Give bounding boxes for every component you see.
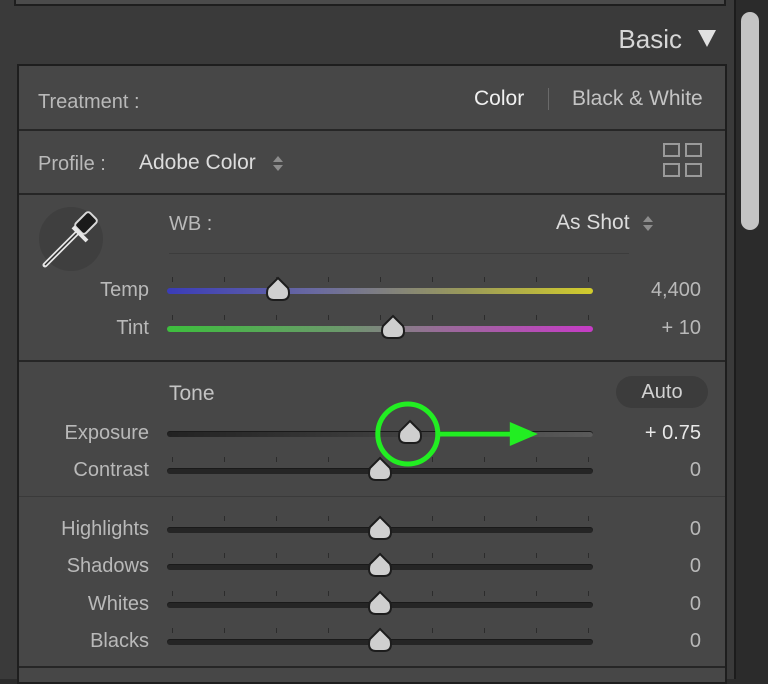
slider-value[interactable]: 0 — [690, 630, 701, 653]
slider-tick — [484, 277, 485, 282]
slider-value[interactable]: 0 — [690, 593, 701, 616]
slider-label: Tint — [116, 317, 149, 339]
divider — [19, 666, 725, 668]
slider-tick — [276, 628, 277, 633]
slider-tick — [328, 591, 329, 596]
treatment-label: Treatment : — [38, 91, 140, 113]
slider-tick — [432, 553, 433, 558]
wb-updown-icon[interactable] — [643, 215, 653, 233]
wb-underline — [169, 253, 629, 254]
slider-tick — [588, 628, 589, 633]
slider-tick — [172, 628, 173, 633]
wb-section: WB : As Shot Temp 4,400 Tint + 10 — [19, 195, 725, 360]
slider-tick — [432, 628, 433, 633]
slider-tick — [484, 315, 485, 320]
wb-dropdown[interactable]: As Shot — [556, 211, 630, 235]
slider-label: Temp — [100, 279, 149, 301]
profile-label: Profile : — [38, 153, 106, 175]
collapse-triangle-icon[interactable] — [698, 30, 716, 47]
slider-value[interactable]: 0 — [690, 555, 701, 578]
slider-tick — [328, 277, 329, 282]
slider-label: Shadows — [66, 555, 149, 577]
slider-tick — [588, 516, 589, 521]
slider-tick — [536, 591, 537, 596]
slider-tick — [224, 315, 225, 320]
slider-tick — [172, 516, 173, 521]
slider-tick — [276, 315, 277, 320]
slider-value[interactable]: + 10 — [662, 317, 701, 340]
slider-tick — [224, 553, 225, 558]
slider-tick — [224, 591, 225, 596]
slider-tick — [484, 591, 485, 596]
arrow-head-icon — [509, 422, 538, 446]
slider-tick — [432, 315, 433, 320]
divider — [19, 496, 725, 497]
wb-label: WB : — [169, 213, 213, 235]
slider-thumb[interactable] — [366, 515, 394, 541]
slider-value[interactable]: 4,400 — [651, 279, 701, 302]
basic-panel: Basic Treatment : Color Black & White Pr… — [0, 0, 736, 684]
slider-tick — [432, 591, 433, 596]
slider-tick — [276, 553, 277, 558]
slider-tick — [172, 277, 173, 282]
slider-tick — [536, 628, 537, 633]
slider-tick — [588, 553, 589, 558]
previous-panel-edge — [14, 0, 726, 6]
slider-tick — [432, 277, 433, 282]
panel-content: Treatment : Color Black & White Profile … — [17, 64, 727, 684]
slider-tick — [224, 516, 225, 521]
slider-tick — [484, 628, 485, 633]
slider-tick — [328, 553, 329, 558]
slider-label: Whites — [87, 593, 149, 615]
slider-tick — [328, 516, 329, 521]
eyedropper-button[interactable] — [39, 207, 103, 271]
treatment-divider — [548, 88, 549, 110]
eyedropper-icon — [42, 211, 98, 268]
profile-updown-icon[interactable] — [273, 155, 283, 173]
slider-tick — [536, 553, 537, 558]
highlights-shadows-section: Highlights 0 Shadows 0 Whites 0 Blacks 0 — [19, 498, 725, 678]
slider-tick — [276, 516, 277, 521]
slider-tick — [276, 591, 277, 596]
panel-header[interactable]: Basic — [0, 12, 734, 64]
slider-label: Highlights — [61, 518, 149, 540]
panel-title: Basic — [618, 24, 682, 54]
temp-slider-track[interactable] — [167, 288, 593, 294]
slider-tick — [172, 591, 173, 596]
slider-tick — [536, 277, 537, 282]
slider-tick — [224, 628, 225, 633]
slider-tick — [484, 516, 485, 521]
slider-tick — [172, 553, 173, 558]
slider-thumb[interactable] — [264, 276, 292, 302]
profile-row: Profile : Adobe Color — [19, 131, 725, 193]
slider-tick — [328, 315, 329, 320]
slider-tick — [536, 516, 537, 521]
slider-tick — [380, 277, 381, 282]
slider-tick — [432, 516, 433, 521]
slider-tick — [328, 628, 329, 633]
scrollbar-thumb[interactable] — [741, 12, 759, 230]
slider-tick — [588, 315, 589, 320]
treatment-row: Treatment : Color Black & White — [19, 66, 725, 129]
highlight-circle — [375, 401, 441, 467]
slider-label: Blacks — [90, 630, 149, 652]
slider-thumb[interactable] — [366, 590, 394, 616]
slider-tick — [588, 591, 589, 596]
treatment-color-button[interactable]: Color — [474, 87, 524, 111]
slider-tick — [536, 315, 537, 320]
slider-thumb[interactable] — [366, 552, 394, 578]
profile-dropdown[interactable]: Adobe Color — [139, 151, 256, 175]
slider-tick — [172, 315, 173, 320]
slider-tick — [588, 277, 589, 282]
annotation-overlay — [375, 401, 538, 467]
grid-icon[interactable] — [663, 143, 703, 179]
slider-tick — [484, 553, 485, 558]
slider-thumb[interactable] — [379, 314, 407, 340]
slider-tick — [224, 277, 225, 282]
slider-thumb[interactable] — [366, 627, 394, 653]
treatment-bw-button[interactable]: Black & White — [572, 87, 703, 111]
slider-value[interactable]: 0 — [690, 518, 701, 541]
